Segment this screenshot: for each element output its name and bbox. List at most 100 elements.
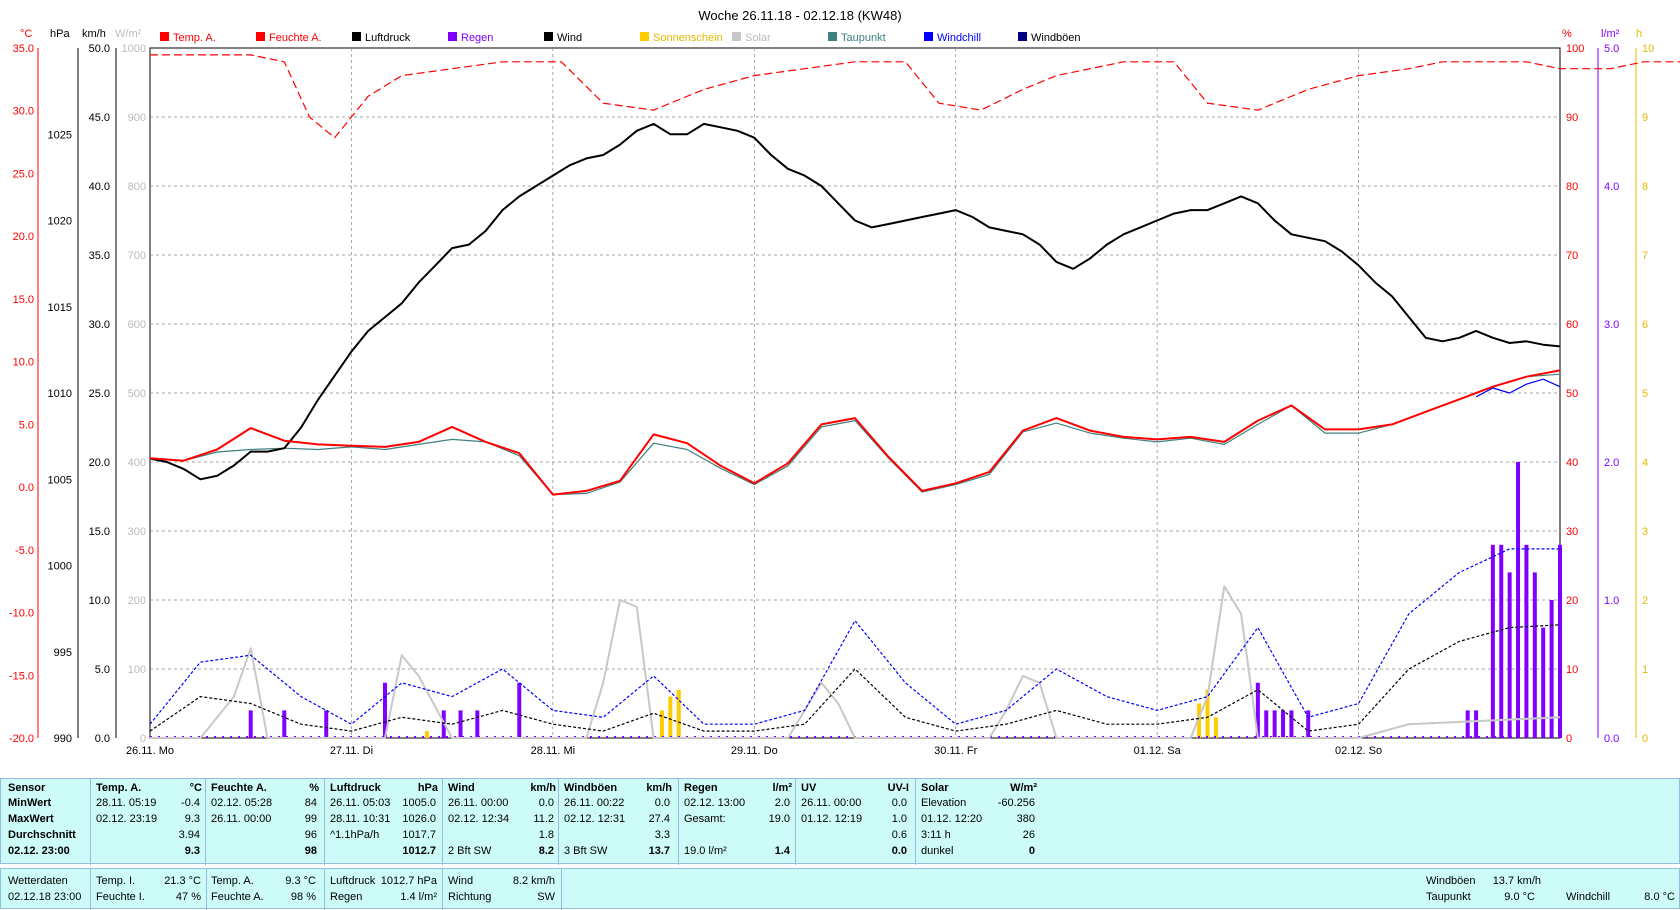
rain-bar — [248, 710, 253, 738]
legend-swatch — [544, 32, 553, 41]
stats-header: Windböen — [564, 782, 618, 794]
x-day-label: 28.11. Mi — [531, 745, 575, 757]
stats-cell-value: 96 — [304, 829, 317, 841]
rain-bar — [1281, 710, 1286, 738]
stats-row-label: 02.12. 23:00 — [8, 845, 70, 857]
stats-cell-label: 01.12. 12:20 — [921, 813, 983, 825]
wind-axis-tick: 35.0 — [89, 250, 110, 262]
wind-axis-tick: 30.0 — [89, 319, 110, 331]
solar-axis-tick: 0 — [140, 733, 146, 745]
stats-cell-value: 0.6 — [891, 829, 907, 841]
rain-bar — [1516, 462, 1521, 738]
stats-table: Sensor Temp. A. °C Feuchte A.% Luftdruck hPa W… — [0, 778, 1680, 865]
stats-cell-label: 3:11 h — [921, 829, 951, 841]
sunshine-bar — [676, 689, 681, 738]
rain-axis-tick: 3.0 — [1604, 319, 1619, 331]
sun-axis-tick: 4 — [1642, 457, 1648, 469]
humidity-axis-tick: 80 — [1566, 181, 1578, 193]
sun-axis-tick: 5 — [1642, 388, 1648, 400]
chart-axes: 35.030.025.020.015.010.05.00.0-5.0-10.0-… — [9, 28, 1654, 745]
stats-cell-value: 13.7 — [648, 845, 670, 857]
legend-swatch — [352, 32, 361, 41]
stats-cell-value: 0.0 — [538, 797, 554, 809]
status-temp-a-value: 9.3 °C — [285, 875, 316, 887]
stats-cell-value: 3.94 — [178, 829, 200, 841]
sun-axis-unit: h — [1636, 28, 1642, 40]
wind-axis-tick: 10.0 — [89, 595, 110, 607]
status-luftdruck-label: Luftdruck — [330, 875, 376, 887]
sunshine-bar — [668, 696, 673, 738]
temp-axis-tick: -15.0 — [9, 670, 34, 682]
temp-axis-tick: 5.0 — [19, 419, 34, 431]
solar-axis-tick: 100 — [128, 664, 146, 676]
status-regen-value: 1.4 l/m² — [400, 891, 437, 903]
humidity-axis-tick: 90 — [1566, 112, 1578, 124]
legend-label: Luftdruck — [365, 32, 411, 44]
legend-label: Solar — [745, 32, 771, 44]
status-windboeen-value: 13.7 km/h — [1492, 875, 1541, 887]
stats-cell-value: 98 — [304, 845, 317, 857]
chart-legend: Temp. A. Feuchte A. Luftdruck Regen Wind Sonn… — [160, 32, 1081, 44]
wind-axis-tick: 15.0 — [89, 526, 110, 538]
sunshine-bar — [1213, 717, 1218, 738]
rain-bar — [324, 710, 329, 738]
status-luftdruck-value: 1012.7 hPa — [380, 875, 437, 887]
legend-swatch — [448, 32, 457, 41]
wind-axis-tick: 50.0 — [89, 43, 110, 55]
pressure-axis-tick: 990 — [54, 733, 72, 745]
stats-cell-value: 1005.0 — [402, 797, 436, 809]
status-feuchte-i-label: Feuchte I. — [96, 891, 145, 903]
solar-axis-unit: W/m² — [115, 28, 142, 40]
stats-header: Solar — [921, 782, 949, 794]
humidity-axis-tick: 30 — [1566, 526, 1578, 538]
stats-cell-value: 1.0 — [891, 813, 907, 825]
wind-axis-tick: 40.0 — [89, 181, 110, 193]
legend-label: Taupunkt — [841, 32, 886, 44]
rain-axis-unit: l/m² — [1601, 28, 1620, 40]
weather-chart: Woche 26.11.18 - 02.12.18 (KW48) Temp. A… — [9, 8, 1680, 757]
humidity-axis-tick: 0 — [1566, 733, 1572, 745]
rain-bar — [1524, 544, 1529, 738]
x-day-label: 30.11. Fr — [934, 745, 978, 757]
stats-cell-value: -60.256 — [997, 797, 1035, 809]
sun-axis-tick: 6 — [1642, 319, 1648, 331]
stats-cell-value: 1.4 — [774, 845, 790, 857]
status-regen-label: Regen — [330, 891, 363, 903]
legend-label: Feuchte A. — [269, 32, 322, 44]
rain-axis-tick: 4.0 — [1604, 181, 1619, 193]
legend-swatch — [828, 32, 837, 41]
status-feuchte-a-value: 98 % — [290, 891, 316, 903]
status-temp-i-value: 21.3 °C — [164, 875, 201, 887]
wind-axis-tick: 0.0 — [95, 733, 110, 745]
rain-bar — [1499, 544, 1504, 738]
humidity-axis-unit: % — [1562, 28, 1572, 40]
stats-header: Sensor — [8, 782, 46, 794]
stats-header-unit: °C — [189, 782, 202, 794]
stats-cell-label: dunkel — [921, 845, 954, 857]
temp-axis-tick: -20.0 — [9, 733, 34, 745]
pressure-axis-tick: 995 — [54, 647, 72, 659]
status-weather-label: Wetterdaten — [8, 875, 68, 887]
status-timestamp: 02.12.18 23:00 — [8, 891, 82, 903]
stats-cell-value: 1012.7 — [402, 845, 436, 857]
sun-axis-tick: 3 — [1642, 526, 1648, 538]
stats-header-unit: W/m² — [1010, 782, 1037, 794]
humidity-axis-tick: 10 — [1566, 664, 1578, 676]
legend-label: Temp. A. — [173, 32, 216, 44]
stats-cell-value: 380 — [1016, 813, 1035, 825]
rain-bar — [517, 682, 522, 738]
temp-axis-tick: -5.0 — [15, 545, 34, 557]
pressure-axis-tick: 1000 — [48, 561, 72, 573]
status-wind-label: Wind — [448, 875, 474, 887]
stats-cell-value: 3.3 — [654, 829, 670, 841]
stats-header-unit: km/h — [530, 782, 556, 794]
rain-bar — [1272, 710, 1277, 738]
stats-cell-value: 9.3 — [184, 845, 200, 857]
wind-axis-tick: 20.0 — [89, 457, 110, 469]
solar-axis-tick: 300 — [128, 526, 146, 538]
sun-axis-tick: 10 — [1642, 43, 1654, 55]
sun-axis-tick: 2 — [1642, 595, 1648, 607]
status-feuchte-i-value: 47 % — [175, 891, 201, 903]
solar-axis-tick: 900 — [128, 112, 146, 124]
rain-bar — [1289, 710, 1294, 738]
